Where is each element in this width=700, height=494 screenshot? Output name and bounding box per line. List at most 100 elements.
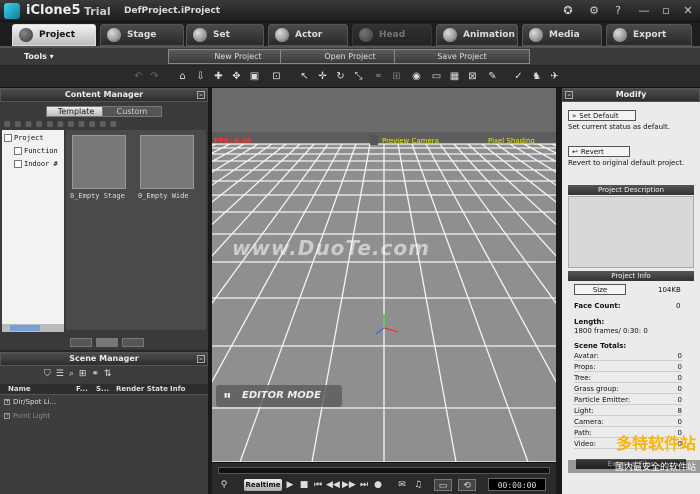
tree-horizontal-scrollbar[interactable] [2,324,64,332]
quad-view-icon[interactable]: ⊠ [466,70,479,83]
3d-viewport[interactable]: FPS: 0.00 Preview Camera Pixel Shading w… [212,88,556,462]
tab-template[interactable]: Template [46,106,106,117]
redo-icon[interactable]: ↷ [148,70,161,83]
hierarchy-icon[interactable]: ⇅ [104,369,117,379]
folder-icon [14,146,22,155]
size-button[interactable]: Size [574,284,626,295]
column-name[interactable]: Name [8,385,31,393]
music-icon[interactable]: ♫ [412,479,424,491]
revert-button[interactable]: ↩ Revert [568,146,630,157]
next-frame-icon[interactable]: ⏭ [358,479,370,491]
length-value: 1800 frames/ 0:30: 0 [574,327,648,335]
grid-view-icon[interactable]: ▦ [448,70,461,83]
scene-column-header: Name F... S... Render State Info [0,384,208,395]
editor-mode-toggle[interactable]: EDITOR MODE [216,385,342,407]
tree-item-function[interactable]: Function [14,145,58,156]
gear-icon[interactable]: ⚙ [586,3,602,18]
tab-stage[interactable]: Stage [100,24,184,46]
rewind-icon[interactable]: ◀◀ [326,479,340,491]
move-down-icon[interactable]: ⇩ [194,70,207,83]
thumbnail-empty-wide[interactable] [140,135,194,189]
list-icon[interactable]: ☰ [56,369,69,379]
pick-icon[interactable]: ✓ [512,70,525,83]
play-icon[interactable]: ▶ [284,479,296,491]
tools-menu[interactable]: Tools ▾ [24,52,54,61]
translate-icon[interactable]: ✛ [316,70,329,83]
select-icon[interactable]: ↖ [298,70,311,83]
fly-icon[interactable]: ✈ [548,70,561,83]
loop-icon[interactable]: ⟲ [458,479,476,491]
web-icon[interactable]: ✪ [560,3,576,18]
column-info[interactable]: Info [170,385,185,393]
content-add-button[interactable] [96,338,118,347]
scroll-thumb[interactable] [10,325,40,331]
view-icon[interactable]: ▭ [430,70,443,83]
stop-icon[interactable]: ■ [298,479,310,491]
shading-readout[interactable]: Pixel Shading [488,137,535,145]
previous-frame-icon[interactable]: ⏮ [312,479,324,491]
viewport-camera-button[interactable] [370,135,378,145]
scale-icon[interactable]: ⤡ [352,70,365,83]
camera-icon[interactable]: ◉ [410,70,423,83]
camera-readout[interactable]: Preview Camera [382,137,439,145]
tab-media[interactable]: Media [522,24,602,46]
key-icon[interactable]: ⚲ [218,479,230,491]
tab-export[interactable]: Export [606,24,692,46]
save-project-button[interactable]: Save Project [394,49,530,64]
tab-custom[interactable]: Custom [102,106,162,117]
record-icon[interactable]: ● [372,479,384,491]
revert-description: Revert to original default project. [568,159,685,167]
table-row[interactable]: + Dir/Spot Li... [4,398,56,406]
iclone-logo-icon [4,3,20,19]
align-icon[interactable]: ⊞ [390,70,403,83]
tree-item-indoor[interactable]: Indoor # [14,158,58,169]
rotate-icon[interactable]: ↻ [334,70,347,83]
close-button[interactable]: ✕ [680,3,696,18]
move-icon[interactable]: ✥ [230,70,243,83]
tree-icon[interactable]: ⊞ [79,369,92,379]
thumbnail-empty-stage[interactable] [72,135,126,189]
fit-icon[interactable]: ⊡ [270,70,283,83]
project-info-header: Project Info [568,271,694,281]
timeline-slider[interactable] [218,467,550,474]
zoom-icon[interactable]: ⌕ [69,369,79,379]
timecode-display[interactable]: 00:00:00 [488,478,546,491]
project-description-field[interactable] [568,196,694,268]
frame-icon[interactable]: ▣ [248,70,261,83]
tab-animation[interactable]: Animation [436,24,518,46]
tab-project[interactable]: Project [12,24,96,46]
scene-total-value: 0 [677,385,682,393]
table-row[interactable]: + Point Light [4,412,50,420]
column-f[interactable]: F... [76,385,88,393]
tree-item-project[interactable]: Project [4,132,44,143]
home-icon[interactable]: ⌂ [176,70,189,83]
collapse-icon[interactable]: – [197,355,205,363]
link-icon[interactable]: ⚭ [372,70,385,83]
expand-icon[interactable]: + [4,413,10,419]
minimize-button[interactable]: — [636,3,652,18]
help-icon[interactable]: ? [610,3,626,18]
column-s[interactable]: S... [96,385,109,393]
content-up-button[interactable] [70,338,92,347]
expand-icon[interactable]: + [4,399,10,405]
collapse-icon[interactable]: – [565,91,573,99]
tab-actor[interactable]: Actor [268,24,348,46]
set-default-button[interactable]: » Set Default [568,110,636,121]
tab-set[interactable]: Set [186,24,264,46]
tab-head[interactable]: Head [352,24,432,46]
content-delete-button[interactable] [122,338,144,347]
column-render-state[interactable]: Render State [116,385,168,393]
comment-icon[interactable]: ✉ [396,479,408,491]
maximize-button[interactable]: ▫ [658,3,674,18]
content-toolbar: ▦▦▦▦▦▦▦▦▦▦▦ [4,120,121,128]
link-icon[interactable]: ⚭ [91,369,104,379]
walk-icon[interactable]: ♞ [530,70,543,83]
camera-switch-icon[interactable]: ▭ [434,479,452,491]
realtime-toggle[interactable]: Realtime [244,479,282,491]
collapse-icon[interactable]: – [197,91,205,99]
fast-forward-icon[interactable]: ▶▶ [342,479,356,491]
undo-icon[interactable]: ↶ [132,70,145,83]
add-icon[interactable]: ✚ [212,70,225,83]
paint-icon[interactable]: ✎ [486,70,499,83]
filter-icon[interactable]: ⛉ [44,369,56,379]
